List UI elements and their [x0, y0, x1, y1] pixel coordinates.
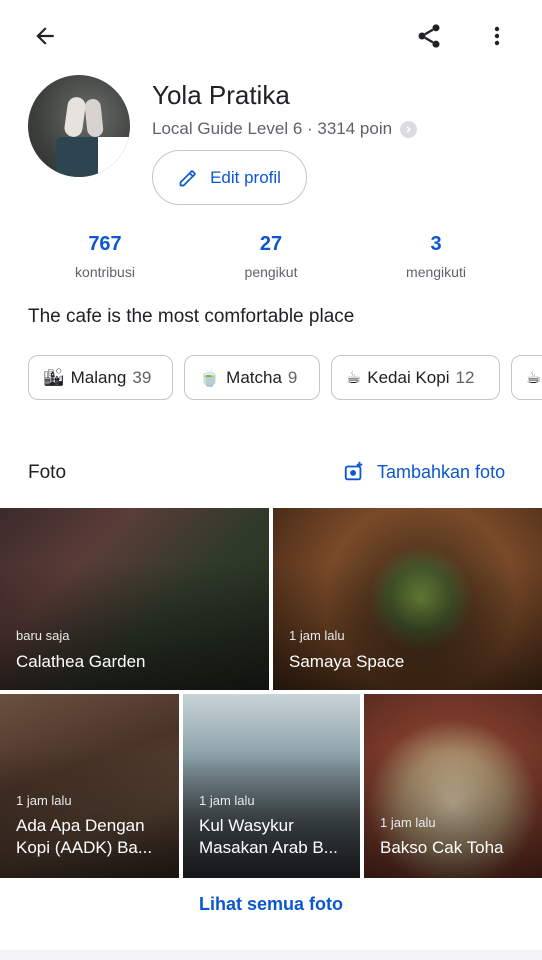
stat-contributions[interactable]: 767 kontribusi [35, 230, 175, 280]
photo-tile-aadk[interactable]: 1 jam lalu Ada Apa Dengan Kopi (AADK) Ba… [0, 694, 179, 878]
stat-label: mengikuti [406, 264, 466, 280]
avatar[interactable] [28, 75, 130, 177]
photo-tile-calathea-garden[interactable]: baru saja Calathea Garden [0, 508, 269, 690]
stats-row: 767 kontribusi 27 pengikut 3 mengikuti [0, 230, 542, 290]
arrow-back-icon [36, 27, 54, 45]
photo-tile-kul-wasykur[interactable]: 1 jam lalu Kul Wasykur Masakan Arab B... [183, 694, 360, 878]
photo-tile-samaya-space[interactable]: 1 jam lalu Samaya Space [273, 508, 542, 690]
add-photo-icon [344, 461, 363, 481]
coffee-cup-icon: ☕ [526, 367, 542, 387]
stat-following[interactable]: 3 mengikuti [366, 230, 506, 280]
more-vert-icon [494, 26, 500, 46]
photo-place-name-line2: Kopi (AADK) Ba... [16, 838, 153, 857]
add-photo-label: Tambahkan foto [377, 461, 506, 482]
coffee-cup-icon: ☕ [346, 367, 362, 387]
add-photo-button[interactable]: Tambahkan foto [343, 461, 505, 483]
bottom-divider [0, 950, 542, 960]
photo-place-name: Samaya Space [289, 652, 405, 671]
local-guide-level[interactable]: Local Guide Level 6 · 3314 poin [152, 119, 418, 139]
chip-label: Matcha [226, 367, 282, 387]
stat-value: 27 [259, 233, 283, 255]
stat-label: kontribusi [75, 264, 135, 280]
photos-section-title: Foto [28, 462, 67, 483]
chip-count: 9 [287, 367, 298, 387]
profile-bio: The cafe is the most comfortable place [28, 306, 355, 327]
photo-place-name: Calathea Garden [16, 652, 146, 671]
local-guide-level-text: Local Guide Level 6 · 3314 poin [152, 119, 393, 138]
photo-time: 1 jam lalu [380, 815, 436, 830]
see-all-photos-link[interactable]: Lihat semua foto [0, 894, 542, 915]
photo-place-name: Bakso Cak Toha [380, 838, 504, 857]
share-icon [418, 24, 440, 48]
stat-value: 3 [430, 233, 442, 255]
stat-followers[interactable]: 27 pengikut [201, 230, 341, 280]
edit-profile-button[interactable]: Edit profil [152, 150, 307, 205]
chip-count: 39 [132, 367, 152, 387]
photo-tile-bakso-cak-toha[interactable]: 1 jam lalu Bakso Cak Toha [364, 694, 542, 878]
more-options-button[interactable] [473, 12, 521, 60]
chip-malang[interactable]: 🏙 Malang 39 [28, 355, 173, 400]
stat-value: 767 [88, 233, 122, 255]
cityscape-icon: 🏙 [43, 367, 65, 387]
top-app-bar [0, 0, 542, 72]
photo-place-name-line2: Masakan Arab B... [199, 838, 338, 857]
stat-label: pengikut [244, 264, 298, 280]
interest-chips: 🏙 Malang 39 🍵 Matcha 9 ☕ Kedai Kopi 12 ☕ [28, 355, 542, 401]
chip-kedai-kopi[interactable]: ☕ Kedai Kopi 12 [331, 355, 500, 400]
chip-label: Malang [70, 367, 127, 387]
photo-time: 1 jam lalu [16, 793, 72, 808]
back-button[interactable] [21, 12, 69, 60]
chip-more[interactable]: ☕ [511, 355, 542, 400]
chip-label: Kedai Kopi [367, 367, 450, 387]
chip-matcha[interactable]: 🍵 Matcha 9 [184, 355, 320, 400]
photo-time: baru saja [16, 628, 70, 643]
photo-place-name-line1: Kul Wasykur [199, 816, 294, 835]
share-button[interactable] [405, 12, 453, 60]
chip-count: 12 [455, 367, 475, 387]
edit-profile-label: Edit profil [210, 167, 281, 187]
photo-time: 1 jam lalu [199, 793, 255, 808]
chevron-right-icon [400, 120, 418, 138]
tea-cup-icon: 🍵 [199, 367, 221, 387]
pencil-icon [179, 169, 196, 186]
profile-name: Yola Pratika [152, 80, 290, 110]
photo-place-name-line1: Ada Apa Dengan [16, 816, 145, 835]
photo-time: 1 jam lalu [289, 628, 345, 643]
